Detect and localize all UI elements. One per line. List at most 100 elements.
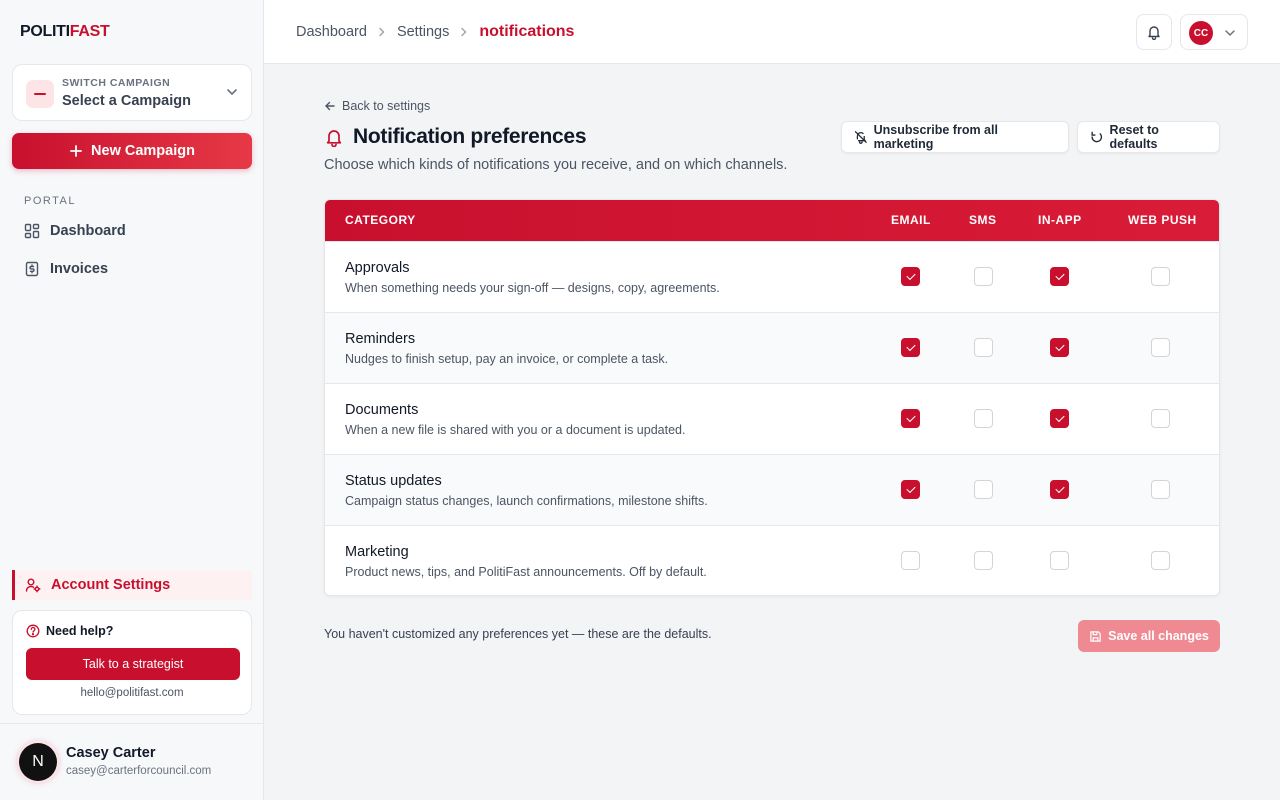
refresh-icon bbox=[1091, 131, 1103, 143]
avatar[interactable]: N bbox=[19, 743, 57, 781]
email-checkbox[interactable] bbox=[901, 551, 920, 570]
main-content: Back to settings Notification preference… bbox=[264, 65, 1280, 800]
email-checkbox[interactable] bbox=[901, 267, 920, 286]
notifications-button[interactable] bbox=[1136, 14, 1172, 50]
breadcrumb-settings[interactable]: Settings bbox=[397, 24, 449, 40]
help-circle-icon bbox=[26, 624, 40, 638]
divider bbox=[0, 723, 264, 724]
user-gear-icon bbox=[25, 578, 41, 593]
web-push-checkbox[interactable] bbox=[1151, 551, 1170, 570]
top-header: Dashboard Settings notifications CC bbox=[264, 0, 1280, 64]
switch-campaign-caption: SWITCH CAMPAIGN bbox=[62, 77, 171, 89]
reset-label: Reset to defaults bbox=[1109, 123, 1159, 151]
account-menu-button[interactable]: CC bbox=[1180, 14, 1248, 50]
new-campaign-label: New Campaign bbox=[91, 143, 195, 159]
category-description: When a new file is shared with you or a … bbox=[345, 423, 686, 437]
portal-section-label: PORTAL bbox=[24, 195, 76, 207]
table-row: Status updates Campaign status changes, … bbox=[325, 454, 1219, 525]
talk-to-strategist-button[interactable]: Talk to a strategist bbox=[26, 648, 240, 680]
chevron-right-icon bbox=[379, 27, 385, 37]
grid-icon bbox=[24, 223, 40, 239]
sidebar-item-invoices[interactable]: Invoices bbox=[24, 261, 108, 277]
new-campaign-button[interactable]: New Campaign bbox=[12, 133, 252, 169]
category-name: Approvals bbox=[345, 260, 410, 276]
web-push-checkbox[interactable] bbox=[1151, 338, 1170, 357]
sidebar-item-account-settings[interactable]: Account Settings bbox=[12, 570, 252, 600]
page-subtitle: Choose which kinds of notifications you … bbox=[324, 157, 788, 173]
chevron-down-icon bbox=[1225, 30, 1235, 37]
sms-checkbox[interactable] bbox=[974, 267, 993, 286]
sms-checkbox[interactable] bbox=[974, 480, 993, 499]
preferences-table: CATEGORY EMAIL SMS IN-APP WEB PUSH Appro… bbox=[324, 199, 1220, 596]
category-name: Reminders bbox=[345, 331, 416, 347]
column-header-in-app: IN-APP bbox=[1038, 213, 1082, 227]
save-label: Save all changes bbox=[1108, 629, 1209, 643]
category-description: Nudges to finish setup, pay an invoice, … bbox=[345, 352, 669, 366]
in-app-checkbox[interactable] bbox=[1050, 267, 1069, 286]
campaign-placeholder-icon bbox=[26, 80, 54, 108]
arrow-left-icon bbox=[325, 101, 335, 111]
category-name: Documents bbox=[345, 402, 419, 418]
bell-icon bbox=[1148, 26, 1160, 40]
category-name: Marketing bbox=[345, 544, 409, 560]
sms-checkbox[interactable] bbox=[974, 551, 993, 570]
unsubscribe-marketing-button[interactable]: Unsubscribe from all marketing bbox=[841, 121, 1069, 153]
breadcrumb: Dashboard Settings notifications bbox=[296, 23, 574, 41]
bell-icon bbox=[326, 130, 342, 147]
plus-icon bbox=[70, 145, 82, 157]
help-title-text: Need help? bbox=[46, 624, 114, 638]
column-header-email: EMAIL bbox=[891, 213, 931, 227]
sms-checkbox[interactable] bbox=[974, 409, 993, 428]
page-title-text: Notification preferences bbox=[353, 125, 587, 148]
column-header-sms: SMS bbox=[969, 213, 997, 227]
table-row: Documents When a new file is shared with… bbox=[325, 383, 1219, 454]
save-all-changes-button[interactable]: Save all changes bbox=[1078, 620, 1220, 652]
help-email-link[interactable]: hello@politifast.com bbox=[13, 687, 251, 699]
page-title: Notification preferences bbox=[324, 125, 587, 149]
in-app-checkbox[interactable] bbox=[1050, 409, 1069, 428]
sidebar: POLITIFAST SWITCH CAMPAIGN Select a Camp… bbox=[0, 0, 264, 800]
sidebar-item-label: Invoices bbox=[50, 261, 109, 277]
account-settings-label: Account Settings bbox=[51, 577, 171, 593]
chevron-right-icon bbox=[461, 27, 467, 37]
unsubscribe-label: Unsubscribe from all marketing bbox=[873, 123, 998, 151]
logo[interactable]: POLITIFAST bbox=[20, 23, 110, 41]
back-label: Back to settings bbox=[342, 99, 431, 113]
column-header-category: CATEGORY bbox=[345, 213, 416, 227]
table-row: Approvals When something needs your sign… bbox=[325, 241, 1219, 312]
bell-off-icon bbox=[854, 131, 867, 144]
sidebar-item-dashboard[interactable]: Dashboard bbox=[24, 223, 126, 239]
breadcrumb-current: notifications bbox=[479, 23, 575, 40]
save-icon bbox=[1090, 630, 1101, 642]
reset-defaults-button[interactable]: Reset to defaults bbox=[1077, 121, 1220, 153]
chevron-down-icon bbox=[227, 89, 237, 96]
category-description: When something needs your sign-off — des… bbox=[345, 281, 720, 295]
user-name: Casey Carter bbox=[66, 745, 156, 761]
sms-checkbox[interactable] bbox=[974, 338, 993, 357]
table-row: Marketing Product news, tips, and Politi… bbox=[325, 525, 1219, 595]
invoice-icon bbox=[25, 261, 39, 277]
category-name: Status updates bbox=[345, 473, 442, 489]
email-checkbox[interactable] bbox=[901, 338, 920, 357]
in-app-checkbox[interactable] bbox=[1050, 551, 1069, 570]
web-push-checkbox[interactable] bbox=[1151, 409, 1170, 428]
web-push-checkbox[interactable] bbox=[1151, 267, 1170, 286]
in-app-checkbox[interactable] bbox=[1050, 480, 1069, 499]
in-app-checkbox[interactable] bbox=[1050, 338, 1069, 357]
category-description: Campaign status changes, launch confirma… bbox=[345, 494, 708, 508]
campaign-switcher[interactable]: SWITCH CAMPAIGN Select a Campaign bbox=[12, 64, 252, 121]
help-card: Need help? Talk to a strategist hello@po… bbox=[12, 610, 252, 715]
table-header: CATEGORY EMAIL SMS IN-APP WEB PUSH bbox=[325, 200, 1219, 241]
sidebar-item-label: Dashboard bbox=[50, 223, 126, 239]
column-header-web-push: WEB PUSH bbox=[1128, 213, 1197, 227]
category-description: Product news, tips, and PolitiFast annou… bbox=[345, 565, 707, 579]
email-checkbox[interactable] bbox=[901, 409, 920, 428]
help-title: Need help? bbox=[26, 624, 113, 638]
defaults-note: You haven't customized any preferences y… bbox=[324, 627, 712, 641]
breadcrumb-dashboard[interactable]: Dashboard bbox=[296, 24, 367, 40]
email-checkbox[interactable] bbox=[901, 480, 920, 499]
web-push-checkbox[interactable] bbox=[1151, 480, 1170, 499]
back-to-settings-link[interactable]: Back to settings bbox=[324, 99, 430, 113]
table-row: Reminders Nudges to finish setup, pay an… bbox=[325, 312, 1219, 383]
switch-campaign-value: Select a Campaign bbox=[62, 93, 191, 109]
